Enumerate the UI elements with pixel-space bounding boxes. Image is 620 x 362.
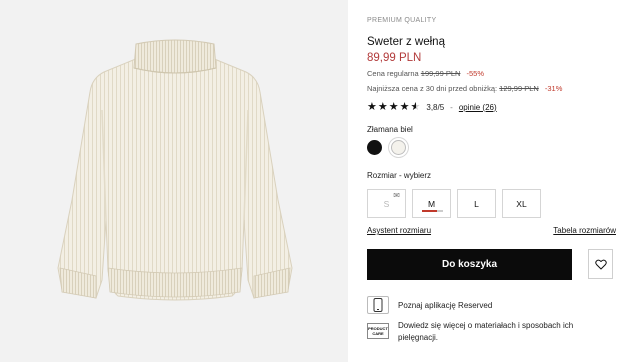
lowest-discount: -31% [544, 84, 563, 93]
size-prompt: wybierz [403, 171, 432, 180]
rating-value: 3,8/5 [426, 102, 445, 112]
size-label: Rozmiar [367, 171, 397, 180]
color-swatch-offwhite[interactable] [391, 140, 406, 155]
low-stock-bar [422, 210, 443, 212]
star-icon: ★ [367, 100, 377, 113]
color-swatches [367, 140, 406, 155]
size-label-l: L [474, 198, 479, 209]
size-assistant-link[interactable]: Asystent rozmiaru [367, 226, 431, 235]
lowest-price-value: 129,99 PLN [499, 84, 539, 93]
envelope-icon[interactable]: ✉ [393, 192, 400, 200]
rating-separator: - [450, 102, 453, 112]
product-care-icon: PRODUCT CARE [367, 323, 389, 339]
rating-stars: ★ ★ ★ ★ ★ [367, 100, 421, 113]
app-promo-row[interactable]: Poznaj aplikację Reserved [367, 296, 492, 314]
heart-icon [594, 259, 607, 269]
sweater-image [57, 39, 293, 301]
size-label-s: S [383, 198, 390, 209]
size-label-m: M [427, 198, 436, 209]
brand-line: PREMIUM QUALITY [367, 17, 437, 24]
color-label: Złamana biel [367, 125, 413, 134]
size-option-xl[interactable]: XL [502, 189, 541, 218]
lowest-price-row: Najniższa cena z 30 dni przed obniżką: 1… [367, 84, 562, 93]
low-stock-fill [422, 210, 437, 212]
app-promo-text: Poznaj aplikację Reserved [398, 300, 493, 310]
regular-price-label: Cena regularna [367, 69, 419, 78]
size-options: S ✉ M L XL [367, 189, 541, 218]
rating-row: ★ ★ ★ ★ ★ 3,8/5 - opinie (26) [367, 100, 497, 114]
product-care-text: Dowiedz się więcej o materiałach i sposo… [398, 321, 574, 342]
size-option-m[interactable]: M [412, 189, 451, 218]
lowest-price-label: Najniższa cena z 30 dni przed obniżką: [367, 84, 498, 93]
product-info-panel: PREMIUM QUALITY Sweter z wełną 89,99 PLN… [367, 0, 620, 362]
color-swatch-black[interactable] [367, 140, 382, 155]
wishlist-button[interactable] [588, 249, 613, 279]
add-to-cart-button[interactable]: Do koszyka [367, 249, 572, 280]
regular-price-row: Cena regularna 199,99 PLN -55% [367, 69, 484, 78]
size-option-l[interactable]: L [457, 189, 496, 218]
regular-discount: -55% [466, 69, 485, 78]
size-label-row: Rozmiar - wybierz [367, 171, 431, 180]
product-care-row[interactable]: PRODUCT CARE Dowiedz się więcej o materi… [367, 320, 603, 344]
star-icon: ★ [377, 100, 388, 113]
star-icon: ★ [388, 100, 399, 113]
product-image-panel[interactable] [0, 0, 348, 362]
product-title: Sweter z wełną [367, 36, 445, 48]
product-price: 89,99 PLN [367, 52, 422, 64]
size-label-xl: XL [516, 198, 527, 209]
regular-price-value: 199,99 PLN [420, 69, 461, 78]
size-separator: - [399, 171, 402, 180]
star-icon: ★ [399, 100, 410, 113]
reviews-link[interactable]: opinie (26) [459, 103, 497, 112]
size-option-s[interactable]: S ✉ [367, 189, 406, 218]
size-table-link[interactable]: Tabela rozmiarów [553, 226, 616, 235]
care-icon-label-2: CARE [372, 331, 384, 336]
smartphone-icon [367, 296, 389, 314]
star-half-icon: ★ [411, 101, 421, 113]
